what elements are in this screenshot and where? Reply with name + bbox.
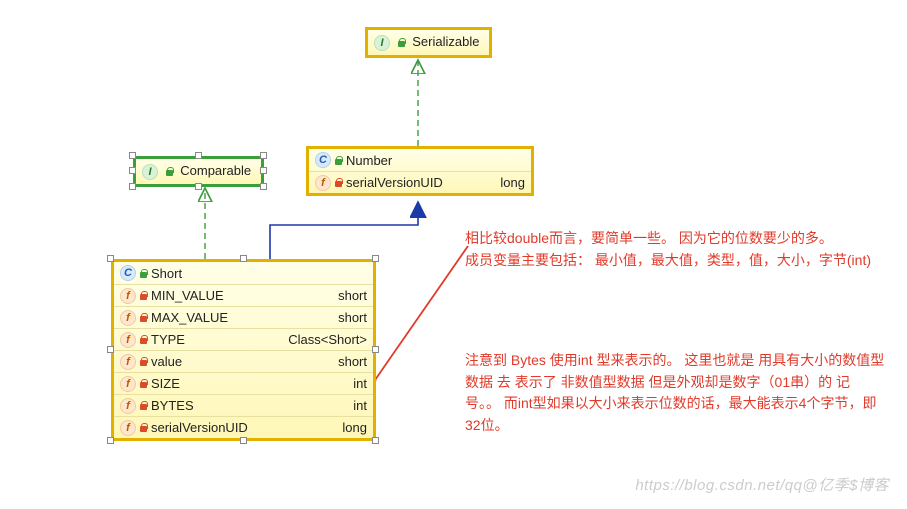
resize-handle[interactable] — [372, 255, 379, 262]
resize-handle[interactable] — [107, 437, 114, 444]
member-name: TYPE — [151, 332, 185, 347]
class-name: Number — [346, 153, 392, 168]
field-icon: f — [315, 175, 331, 191]
member-row: f serialVersionUID long — [309, 171, 531, 193]
member-type: long — [500, 175, 525, 190]
field-icon: f — [120, 332, 136, 348]
lock-icon — [139, 291, 148, 300]
member-row: f MAX_VALUE short — [114, 306, 373, 328]
member-type: short — [338, 354, 367, 369]
lock-icon — [139, 313, 148, 322]
member-name: serialVersionUID — [346, 175, 443, 190]
member-row: fvalue short — [114, 350, 373, 372]
resize-handle[interactable] — [195, 152, 202, 159]
member-type: short — [338, 310, 367, 325]
member-type: int — [353, 376, 367, 391]
class-name: Comparable — [180, 163, 251, 178]
lock-icon — [334, 178, 343, 187]
class-icon: C — [120, 265, 136, 281]
member-row: f SIZE int — [114, 372, 373, 394]
class-name: Serializable — [412, 34, 479, 49]
lock-icon — [139, 335, 148, 344]
class-name: Short — [151, 266, 182, 281]
member-name: MIN_VALUE — [151, 288, 224, 303]
member-name: SIZE — [151, 376, 180, 391]
resize-handle[interactable] — [129, 167, 136, 174]
field-icon: f — [120, 398, 136, 414]
field-icon: f — [120, 354, 136, 370]
lock-icon — [139, 269, 148, 278]
class-icon: C — [315, 152, 331, 168]
member-name: BYTES — [151, 398, 194, 413]
resize-handle[interactable] — [372, 346, 379, 353]
resize-handle[interactable] — [240, 437, 247, 444]
watermark: https://blog.csdn.net/qq@亿季$博客 — [635, 474, 889, 495]
resize-handle[interactable] — [260, 183, 267, 190]
resize-handle[interactable] — [372, 437, 379, 444]
lock-icon — [139, 423, 148, 432]
lock-icon — [397, 38, 406, 47]
resize-handle[interactable] — [240, 255, 247, 262]
annotation-block-1: 相比较double而言，要简单一些。 因为它的位数要少的多。 成员变量主要包括：… — [465, 228, 875, 271]
resize-handle[interactable] — [129, 152, 136, 159]
member-type: int — [353, 398, 367, 413]
member-name: value — [151, 354, 182, 369]
member-type: Class<Short> — [288, 332, 367, 347]
lock-icon — [334, 156, 343, 165]
member-row: f serialVersionUID long — [114, 416, 373, 438]
member-name: MAX_VALUE — [151, 310, 228, 325]
member-row: f MIN_VALUE short — [114, 284, 373, 306]
annotation-block-2: 注意到 Bytes 使用int 型来表示的。 这里也就是 用具有大小的数值型数据… — [465, 350, 885, 437]
lock-icon — [139, 357, 148, 366]
resize-handle[interactable] — [107, 346, 114, 353]
annotation-text: 成员变量主要包括： 最小值，最大值，类型，值，大小，字节(int) — [465, 250, 875, 272]
field-icon: f — [120, 310, 136, 326]
resize-handle[interactable] — [195, 183, 202, 190]
node-serializable[interactable]: I Serializable — [365, 27, 492, 58]
interface-icon: I — [142, 164, 158, 180]
node-number[interactable]: C Number f serialVersionUID long — [306, 146, 534, 196]
node-short[interactable]: C Short fMIN_VALUEshort fMAX_VALUEshort … — [111, 259, 376, 441]
field-icon: f — [120, 420, 136, 436]
resize-handle[interactable] — [129, 183, 136, 190]
field-icon: f — [120, 376, 136, 392]
annotation-text: 注意到 Bytes 使用int 型来表示的。 这里也就是 用具有大小的数值型数据… — [465, 350, 885, 437]
field-icon: f — [120, 288, 136, 304]
annotation-text: 相比较double而言，要简单一些。 因为它的位数要少的多。 — [465, 228, 875, 250]
resize-handle[interactable] — [260, 167, 267, 174]
member-row: f BYTES int — [114, 394, 373, 416]
lock-icon — [139, 379, 148, 388]
member-type: long — [342, 420, 367, 435]
interface-icon: I — [374, 35, 390, 51]
lock-icon — [165, 167, 174, 176]
lock-icon — [139, 401, 148, 410]
resize-handle[interactable] — [260, 152, 267, 159]
member-name: serialVersionUID — [151, 420, 248, 435]
member-row: f TYPE Class<Short> — [114, 328, 373, 350]
member-type: short — [338, 288, 367, 303]
resize-handle[interactable] — [107, 255, 114, 262]
